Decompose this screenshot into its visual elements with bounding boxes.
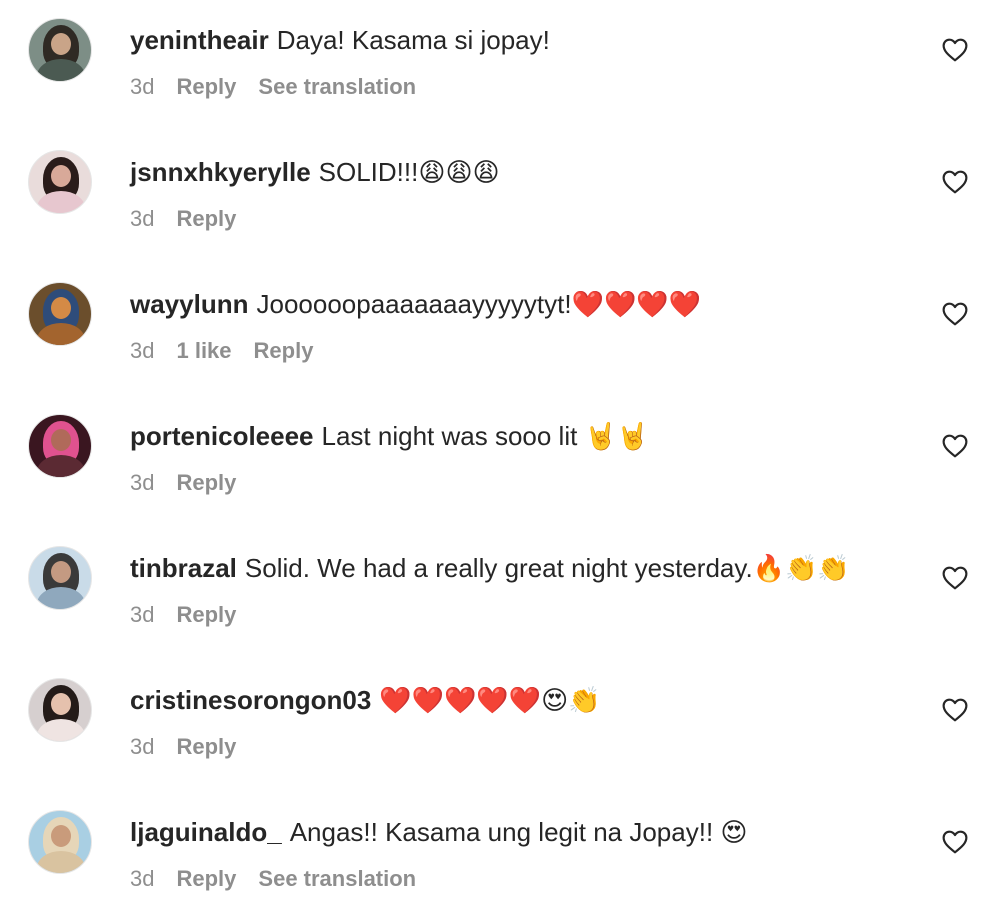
comment-meta: 3d Reply bbox=[130, 468, 258, 498]
comment-meta: 3d Reply See translation bbox=[130, 864, 438, 894]
timestamp[interactable]: 3d bbox=[130, 338, 154, 363]
comment-text: Solid. We had a really great night yeste… bbox=[244, 553, 850, 583]
avatar-shoulders bbox=[37, 323, 85, 345]
avatar-shoulders bbox=[37, 587, 85, 609]
avatar-face bbox=[51, 165, 71, 187]
avatar-face bbox=[51, 297, 71, 319]
comment-item: tinbrazal Solid. We had a really great ni… bbox=[0, 528, 992, 660]
comment-meta: 3d 1 like Reply bbox=[130, 336, 335, 366]
avatar-face bbox=[51, 561, 71, 583]
avatar-shoulders bbox=[37, 455, 85, 477]
avatar[interactable] bbox=[28, 18, 92, 82]
comment-list: yenintheair Daya! Kasama si jopay! 3d Reply… bbox=[0, 0, 992, 920]
see-translation-button[interactable]: See translation bbox=[258, 866, 416, 891]
reply-button[interactable]: Reply bbox=[254, 338, 314, 363]
username-link[interactable]: portenicoleeee bbox=[130, 421, 314, 451]
comment-item: wayylunn Joooooopaaaaaaayyyyytyt!❤️❤️❤️❤️… bbox=[0, 264, 992, 396]
reply-button[interactable]: Reply bbox=[176, 602, 236, 627]
like-count[interactable]: 1 like bbox=[176, 338, 231, 363]
avatar-face bbox=[51, 825, 71, 847]
username-link[interactable]: cristinesorongon03 bbox=[130, 685, 371, 715]
comment-line: portenicoleeee Last night was sooo lit 🤘🤘 bbox=[130, 420, 908, 452]
comment-line: tinbrazal Solid. We had a really great ni… bbox=[130, 552, 908, 584]
username-link[interactable]: ljaguinaldo_ bbox=[130, 817, 282, 847]
heart-outline-icon bbox=[942, 170, 968, 194]
comment-line: jsnnxhkyerylle SOLID!!!😩😩😩 bbox=[130, 156, 908, 188]
comment-item: ljaguinaldo_ Angas!! Kasama ung legit na … bbox=[0, 792, 992, 924]
heart-outline-icon bbox=[942, 302, 968, 326]
comment-meta: 3d Reply bbox=[130, 204, 258, 234]
timestamp[interactable]: 3d bbox=[130, 74, 154, 99]
avatar-face bbox=[51, 693, 71, 715]
like-button[interactable] bbox=[942, 38, 968, 62]
comment-item: jsnnxhkyerylle SOLID!!!😩😩😩 3d Reply bbox=[0, 132, 992, 264]
avatar-shoulders bbox=[37, 719, 85, 741]
comment-text: ❤️❤️❤️❤️❤️😍👏 bbox=[379, 685, 601, 715]
comment-meta: 3d Reply See translation bbox=[130, 72, 438, 102]
comment-line: wayylunn Joooooopaaaaaaayyyyytyt!❤️❤️❤️❤️ bbox=[130, 288, 908, 320]
comment-meta: 3d Reply bbox=[130, 600, 258, 630]
avatar-shoulders bbox=[37, 851, 85, 873]
comment-item: yenintheair Daya! Kasama si jopay! 3d Reply… bbox=[0, 0, 992, 132]
comment-line: ljaguinaldo_ Angas!! Kasama ung legit na … bbox=[130, 816, 908, 848]
comment-text: Angas!! Kasama ung legit na Jopay!! 😍 bbox=[289, 817, 748, 847]
like-button[interactable] bbox=[942, 170, 968, 194]
avatar[interactable] bbox=[28, 546, 92, 610]
username-link[interactable]: tinbrazal bbox=[130, 553, 237, 583]
username-link[interactable]: wayylunn bbox=[130, 289, 248, 319]
see-translation-button[interactable]: See translation bbox=[258, 74, 416, 99]
heart-outline-icon bbox=[942, 38, 968, 62]
comment-meta: 3d Reply bbox=[130, 732, 258, 762]
username-link[interactable]: yenintheair bbox=[130, 25, 269, 55]
heart-outline-icon bbox=[942, 830, 968, 854]
comment-line: cristinesorongon03 ❤️❤️❤️❤️❤️😍👏 bbox=[130, 684, 908, 716]
reply-button[interactable]: Reply bbox=[176, 74, 236, 99]
timestamp[interactable]: 3d bbox=[130, 602, 154, 627]
avatar-shoulders bbox=[37, 191, 85, 213]
timestamp[interactable]: 3d bbox=[130, 206, 154, 231]
avatar-shoulders bbox=[37, 59, 85, 81]
comment-item: cristinesorongon03 ❤️❤️❤️❤️❤️😍👏 3d Reply bbox=[0, 660, 992, 792]
username-link[interactable]: jsnnxhkyerylle bbox=[130, 157, 311, 187]
avatar[interactable] bbox=[28, 150, 92, 214]
heart-outline-icon bbox=[942, 434, 968, 458]
comment-text: Joooooopaaaaaaayyyyytyt!❤️❤️❤️❤️ bbox=[256, 289, 702, 319]
like-button[interactable] bbox=[942, 302, 968, 326]
like-button[interactable] bbox=[942, 698, 968, 722]
like-button[interactable] bbox=[942, 830, 968, 854]
timestamp[interactable]: 3d bbox=[130, 734, 154, 759]
like-button[interactable] bbox=[942, 434, 968, 458]
avatar[interactable] bbox=[28, 810, 92, 874]
reply-button[interactable]: Reply bbox=[176, 206, 236, 231]
heart-outline-icon bbox=[942, 698, 968, 722]
comment-text: Last night was sooo lit 🤘🤘 bbox=[321, 421, 650, 451]
comment-item: portenicoleeee Last night was sooo lit 🤘🤘… bbox=[0, 396, 992, 528]
comment-line: yenintheair Daya! Kasama si jopay! bbox=[130, 24, 908, 56]
heart-outline-icon bbox=[942, 566, 968, 590]
avatar-face bbox=[51, 429, 71, 451]
comment-text: SOLID!!!😩😩😩 bbox=[318, 157, 500, 187]
like-button[interactable] bbox=[942, 566, 968, 590]
comment-text: Daya! Kasama si jopay! bbox=[276, 25, 550, 55]
reply-button[interactable]: Reply bbox=[176, 866, 236, 891]
avatar[interactable] bbox=[28, 678, 92, 742]
avatar-face bbox=[51, 33, 71, 55]
timestamp[interactable]: 3d bbox=[130, 866, 154, 891]
reply-button[interactable]: Reply bbox=[176, 734, 236, 759]
avatar[interactable] bbox=[28, 414, 92, 478]
timestamp[interactable]: 3d bbox=[130, 470, 154, 495]
reply-button[interactable]: Reply bbox=[176, 470, 236, 495]
avatar[interactable] bbox=[28, 282, 92, 346]
